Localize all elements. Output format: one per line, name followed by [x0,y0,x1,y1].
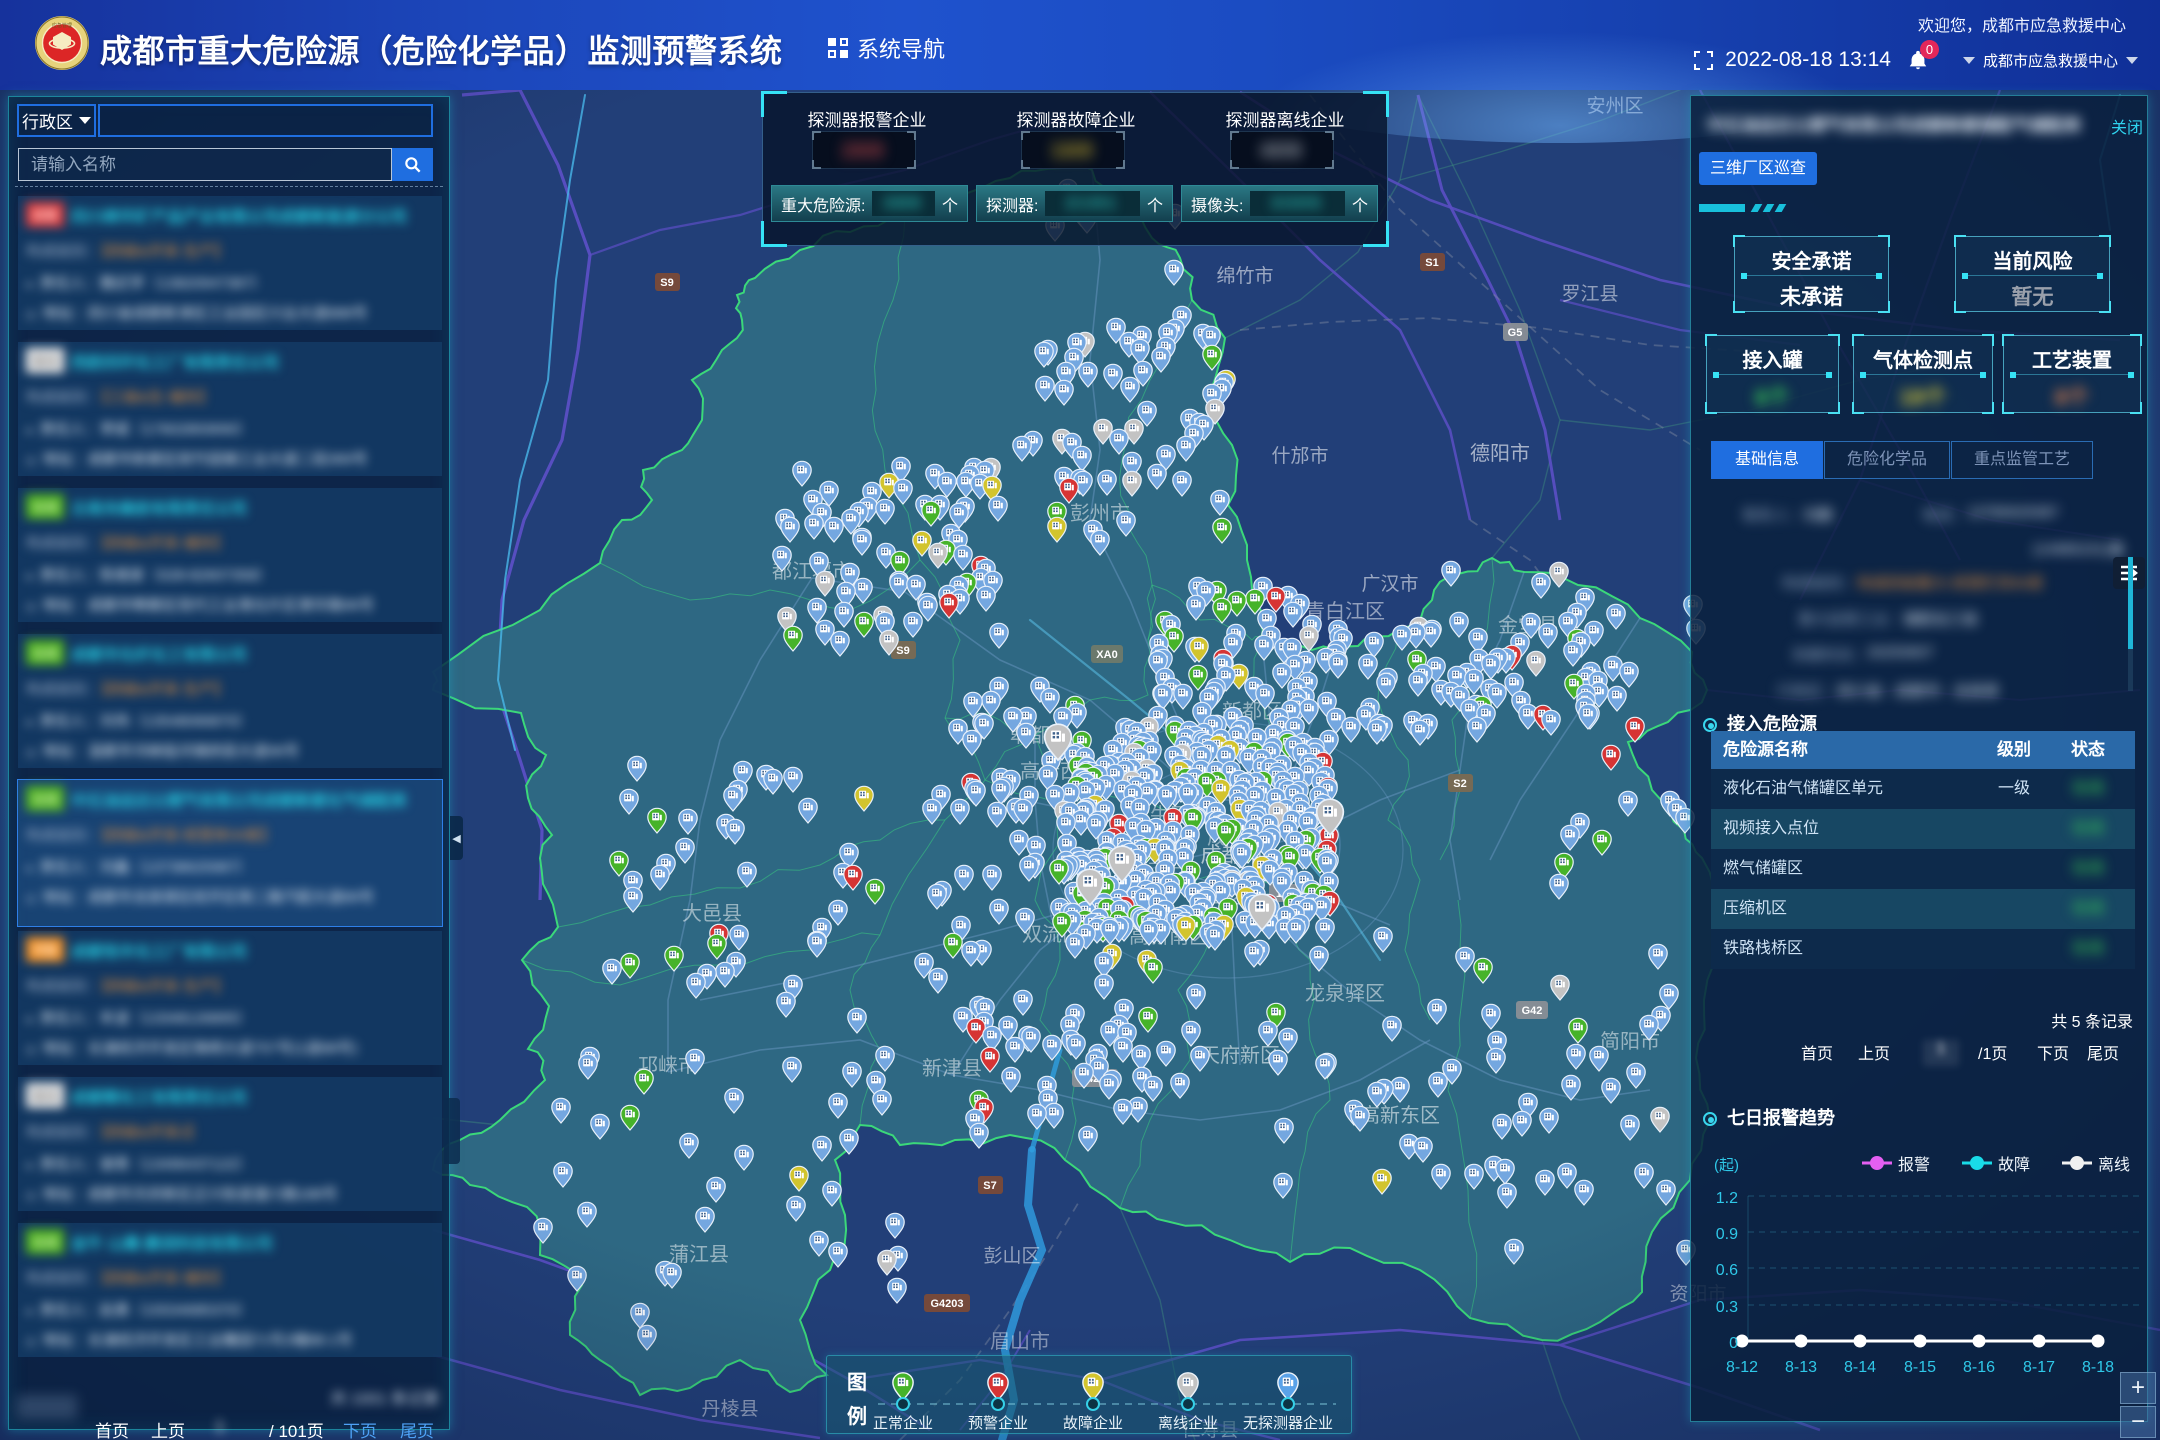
svg-text:应急管理: 应急管理 [52,22,72,29]
